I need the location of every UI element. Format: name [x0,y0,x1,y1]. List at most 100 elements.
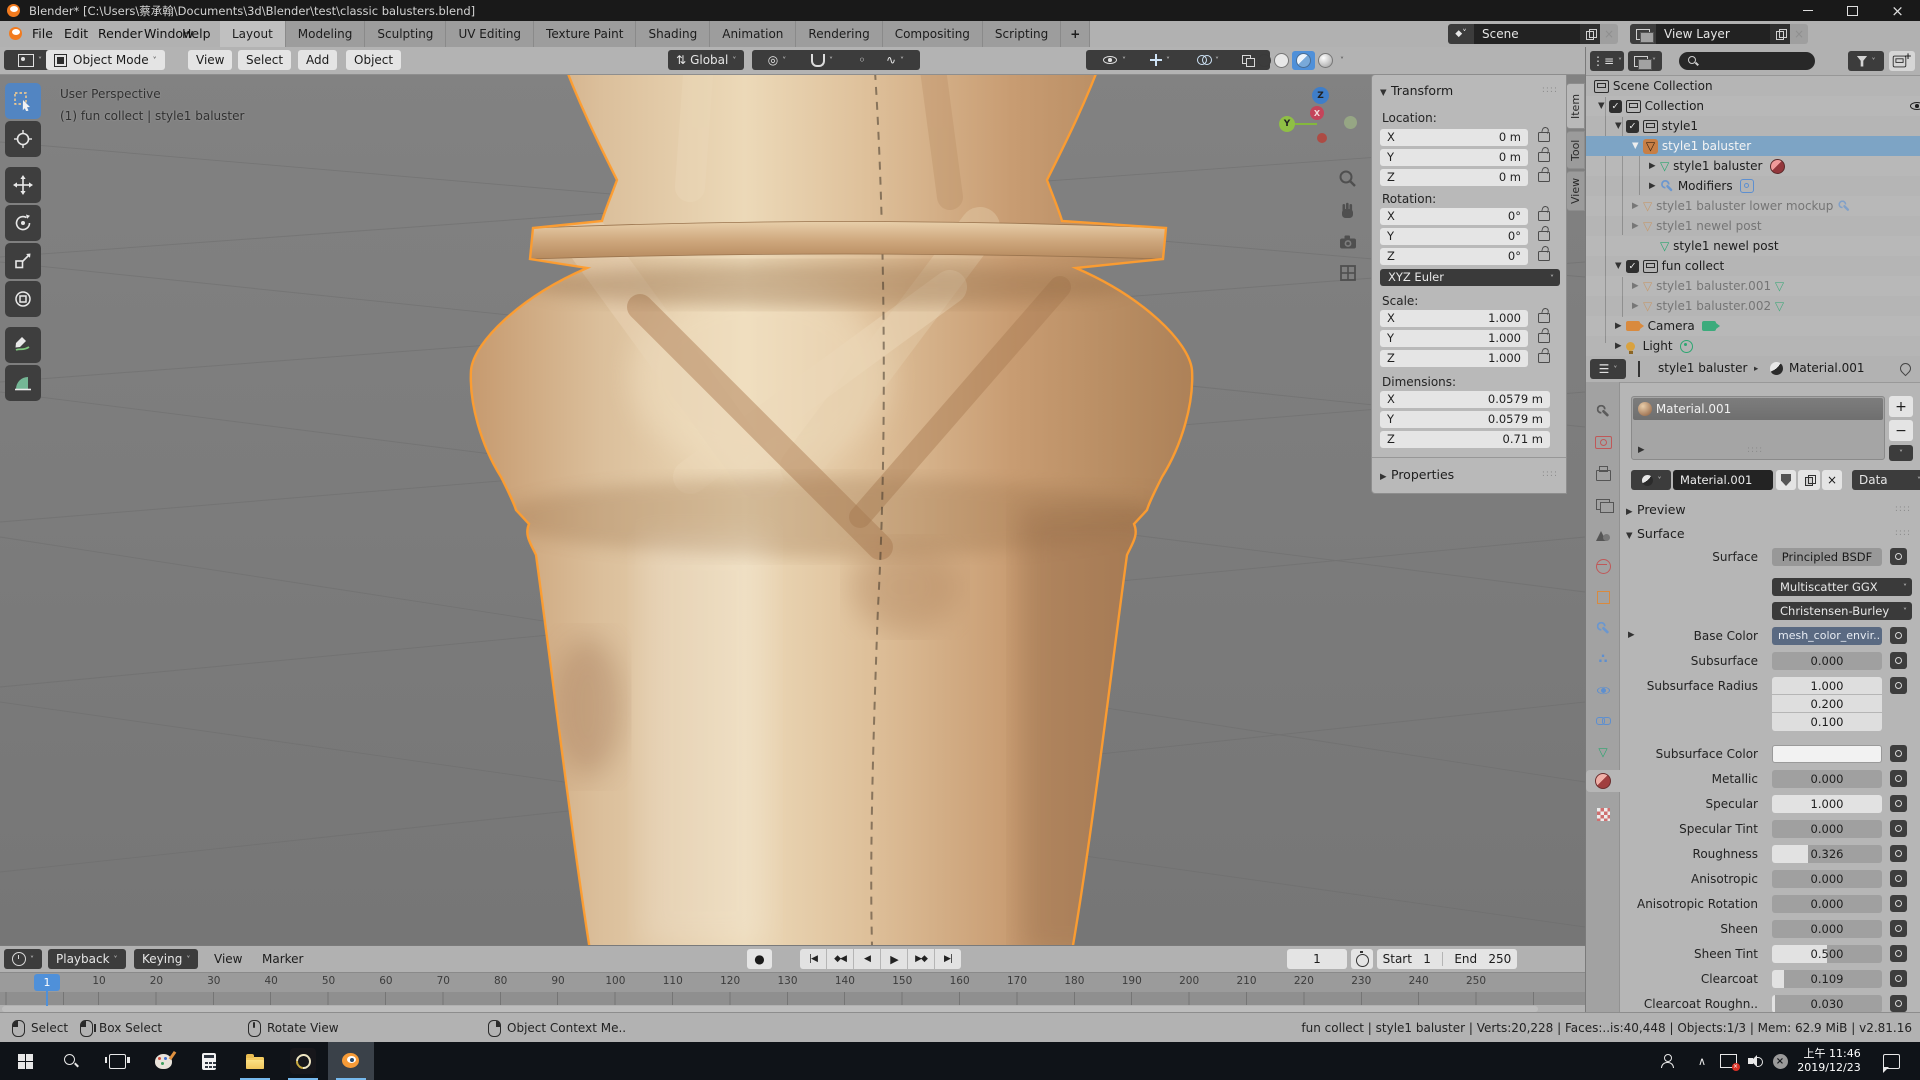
fake-user-button[interactable] [1776,470,1796,490]
tab-world-icon[interactable] [1592,555,1614,577]
lock-scale-z-icon[interactable] [1538,352,1550,366]
unlink-material-button[interactable]: × [1822,470,1842,490]
timeline-channels[interactable] [0,992,1585,1005]
object-menu[interactable]: Object [346,50,401,70]
timeline-view-menu[interactable]: View [214,949,242,969]
tab-modifiers-icon[interactable] [1592,617,1614,639]
outliner-filter-button[interactable]: ˅ [1848,51,1884,71]
scale-tool[interactable] [5,243,41,279]
sheen-tint-decorator[interactable] [1890,945,1907,962]
add-workspace-button[interactable]: + [1061,21,1090,47]
breadcrumb-object[interactable]: style1 baluster [1658,361,1747,375]
start-frame-field[interactable]: 1 [1423,952,1431,966]
disclosure-triangle[interactable]: ▼ [1615,121,1626,131]
tab-shading[interactable]: Shading [636,21,710,47]
taskbar-paint-icon[interactable] [140,1042,186,1080]
timeline-ruler[interactable]: 1020304050607080901001101201301401501601… [0,972,1585,993]
lock-location-y-icon[interactable] [1538,151,1550,165]
tray-status-icon[interactable]: × [1768,1042,1792,1080]
tab-output-icon[interactable] [1592,462,1614,484]
tab-rendering[interactable]: Rendering [796,21,882,47]
panel-drag-dots[interactable]: :::: [1895,504,1911,514]
eye-icon[interactable] [1909,99,1920,113]
rotation-mode-dropdown[interactable]: XYZ Euler˅ [1380,269,1560,286]
preview-panel-header[interactable]: ▶Preview [1626,502,1686,517]
slot-expand-icon[interactable]: ▶ [1638,445,1649,455]
disclosure-triangle[interactable]: ▶ [1649,161,1660,171]
previous-keyframe-button[interactable]: ◆◀ [827,949,854,969]
sheen-slider[interactable]: 0.000 [1772,920,1882,938]
taskbar-app-icon[interactable] [280,1042,326,1080]
lock-location-x-icon[interactable] [1538,131,1550,145]
action-center-button[interactable] [1876,1042,1906,1080]
clearcoat-slider[interactable]: 0.109 [1772,970,1882,988]
taskbar-blender-icon[interactable] [328,1042,374,1080]
subsurface-radius-b[interactable]: 0.100 [1772,713,1882,731]
tab-render-icon[interactable] [1592,431,1614,453]
outliner-row-baluster-002[interactable]: ▶ ▽ style1 baluster.002 ▽ ⌄ [1586,296,1920,316]
slot-drag-dots[interactable]: :::: [1747,445,1763,455]
camera-view-button[interactable] [1338,232,1358,255]
pin-icon[interactable] [1900,363,1911,377]
network-tray-icon[interactable]: × [1714,1042,1742,1080]
outliner-row-newel-post-mesh[interactable]: ▽ style1 newel post [1586,236,1920,256]
outliner-row-modifiers[interactable]: ▶ Modifiers [1586,176,1920,196]
surface-shader-button[interactable]: Principled BSDF [1772,548,1882,566]
material-specials-dropdown[interactable]: ˅ [1889,445,1913,461]
dimensions-x-field[interactable]: X0.0579 m [1380,391,1550,408]
tab-physics-icon[interactable] [1592,679,1614,701]
menu-help[interactable]: Help [176,21,217,47]
playhead[interactable]: 1 [34,974,60,991]
select-menu[interactable]: Select [238,50,291,70]
scale-x-field[interactable]: X1.000 [1380,310,1528,327]
add-material-slot-button[interactable]: + [1889,396,1913,417]
properties-editor-type-button[interactable]: ☰˅ [1590,359,1626,379]
play-reverse-button[interactable]: ◀ [854,949,881,969]
data-source-dropdown[interactable]: Data˅ [1852,470,1920,490]
subsurface-radius-r[interactable]: 1.000 [1772,677,1882,695]
select-box-tool[interactable] [5,83,41,119]
zoom-view-button[interactable] [1338,169,1358,192]
roughness-decorator[interactable] [1890,845,1907,862]
close-button[interactable] [1875,0,1920,21]
toggle-orthographic-button[interactable] [1338,263,1358,286]
sheen-tint-slider[interactable]: 0.500 [1772,945,1882,963]
measure-tool[interactable] [5,365,41,401]
material-slot-row[interactable]: Material.001 [1633,398,1883,420]
scale-y-field[interactable]: Y1.000 [1380,330,1528,347]
outliner-row-baluster-lower-mockup[interactable]: ▶ ▽ style1 baluster lower mockup ⌄ [1586,196,1920,216]
roughness-slider[interactable]: 0.326 [1772,845,1882,863]
dimensions-y-field[interactable]: Y0.0579 m [1380,411,1550,428]
transform-orientation-dropdown[interactable]: ⇅ Global˅ [668,50,744,70]
move-tool[interactable] [5,167,41,203]
subsurface-decorator[interactable] [1890,652,1907,669]
tab-modeling[interactable]: Modeling [286,21,366,47]
anisotropic-rotation-slider[interactable]: 0.000 [1772,895,1882,913]
specular-slider[interactable]: 1.000 [1772,795,1882,813]
viewport-3d[interactable]: ˅ Object Mode˅ View Select Add Object ⇅ … [0,47,1585,945]
tab-particles-icon[interactable]: ∴ [1592,648,1614,670]
jump-to-end-button[interactable]: ▶| [935,949,961,969]
playback-menu[interactable]: Playback˅ [48,949,126,969]
auto-keyframe-button[interactable] [1351,949,1373,969]
subsurface-slider[interactable]: 0.000 [1772,652,1882,670]
outliner-row-baluster-001[interactable]: ▶ ▽ style1 baluster.001 ▽ ⌄ [1586,276,1920,296]
volume-tray-icon[interactable] [1742,1042,1768,1080]
view-layer-remove-button[interactable]: × [1790,24,1808,44]
scene-copy-button[interactable] [1580,24,1600,44]
base-color-input[interactable]: mesh_color_envir.. [1772,627,1882,645]
maximize-button[interactable] [1830,0,1875,21]
outliner-editor-type-button[interactable]: ⋮≡˅ [1590,51,1624,71]
wireframe-shading-button[interactable] [1258,54,1271,67]
disclosure-triangle[interactable]: ▶ [1632,201,1643,211]
distribution-dropdown[interactable]: Multiscatter GGX˅ [1772,578,1912,596]
task-view-button[interactable] [94,1042,140,1080]
mode-dropdown[interactable]: Object Mode˅ [46,50,165,70]
lock-rotation-z-icon[interactable] [1538,250,1550,264]
disclosure-triangle[interactable]: ▶ [1649,181,1660,191]
outliner-search-input[interactable] [1679,52,1815,70]
subsurface-radius-decorator[interactable] [1890,677,1907,694]
specular-tint-slider[interactable]: 0.000 [1772,820,1882,838]
tab-material-icon[interactable] [1586,770,1620,792]
next-keyframe-button[interactable]: ▶◆ [908,949,935,969]
